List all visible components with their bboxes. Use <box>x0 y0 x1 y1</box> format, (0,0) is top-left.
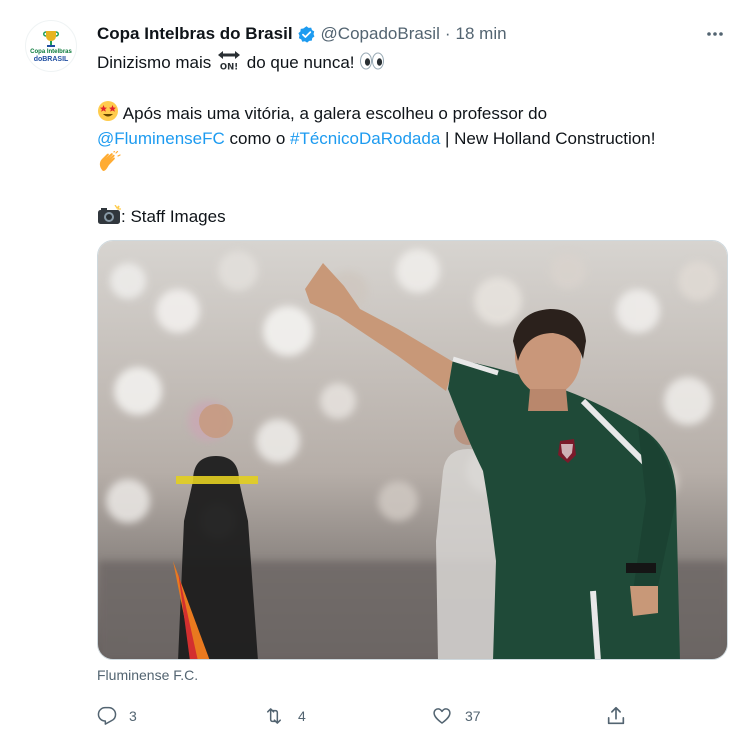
tweet-photo[interactable] <box>97 240 728 660</box>
avatar[interactable]: Copa Intelbras doBRASIL <box>25 20 77 72</box>
like-button[interactable]: 37 <box>431 702 481 730</box>
tweet-text-fragment: como o <box>229 129 286 148</box>
star-struck-emoji <box>98 101 118 121</box>
separator-dot: · <box>444 24 451 43</box>
avatar-logo-text: Copa Intelbras doBRASIL <box>30 49 72 63</box>
trophy-icon <box>43 31 59 47</box>
reply-icon <box>97 706 117 725</box>
like-icon <box>433 708 451 724</box>
retweet-button[interactable]: 4 <box>262 702 306 730</box>
retweet-count: 4 <box>298 708 306 724</box>
photo-illustration <box>98 241 727 659</box>
hashtag-link[interactable]: #TécnicoDaRodada <box>290 129 440 148</box>
tweet-text-fragment: Dinizismo mais <box>97 53 212 72</box>
more-icon[interactable] <box>703 22 727 46</box>
tweet-time[interactable]: 18 min <box>456 24 507 44</box>
tweet-text-fragment: | New Holland Construction! <box>445 129 656 148</box>
mention-link[interactable]: @FluminenseFC <box>97 129 225 148</box>
tweet-header: Copa Intelbras do Brasil @CopadoBrasil ·… <box>97 22 683 46</box>
verified-badge-icon <box>297 25 316 44</box>
share-button[interactable] <box>605 702 627 730</box>
on-arrow-emoji: ON! <box>218 51 241 72</box>
tweet-actions: 3 4 37 <box>97 702 657 730</box>
photo-credit-text: : Staff Images <box>121 207 226 226</box>
like-count: 37 <box>465 708 481 724</box>
eyes-emoji <box>360 52 385 70</box>
retweet-icon <box>267 708 281 724</box>
reply-count: 3 <box>129 708 137 724</box>
tweet-line-1: Dinizismo mais ON! do que nunca! <box>97 49 722 75</box>
share-icon <box>607 706 625 725</box>
photo-caption[interactable]: Fluminense F.C. <box>97 667 198 683</box>
tweet-line-3: @FluminenseFC como o #TécnicoDaRodada | … <box>97 126 722 151</box>
tweet-line-4 <box>97 151 722 179</box>
clapping-hands-emoji <box>99 151 121 171</box>
tweet-text-fragment: do que nunca! <box>246 53 355 72</box>
tweet-line-2: Após mais uma vitória, a galera escolheu… <box>97 100 722 126</box>
camera-flash-emoji <box>98 205 121 224</box>
on-emoji-label: ON! <box>220 63 238 72</box>
tweet-text-fragment: Após mais uma vitória, a galera escolheu… <box>122 104 548 123</box>
tweet-line-5: : Staff Images <box>97 204 722 229</box>
reply-button[interactable]: 3 <box>97 702 137 730</box>
tweet[interactable]: Copa Intelbras doBRASIL Copa Intelbras d… <box>0 0 743 735</box>
account-name[interactable]: Copa Intelbras do Brasil <box>97 24 293 44</box>
tweet-text: Dinizismo mais ON! do que nunca! Após ma… <box>97 49 722 229</box>
account-handle[interactable]: @CopadoBrasil <box>321 24 440 44</box>
